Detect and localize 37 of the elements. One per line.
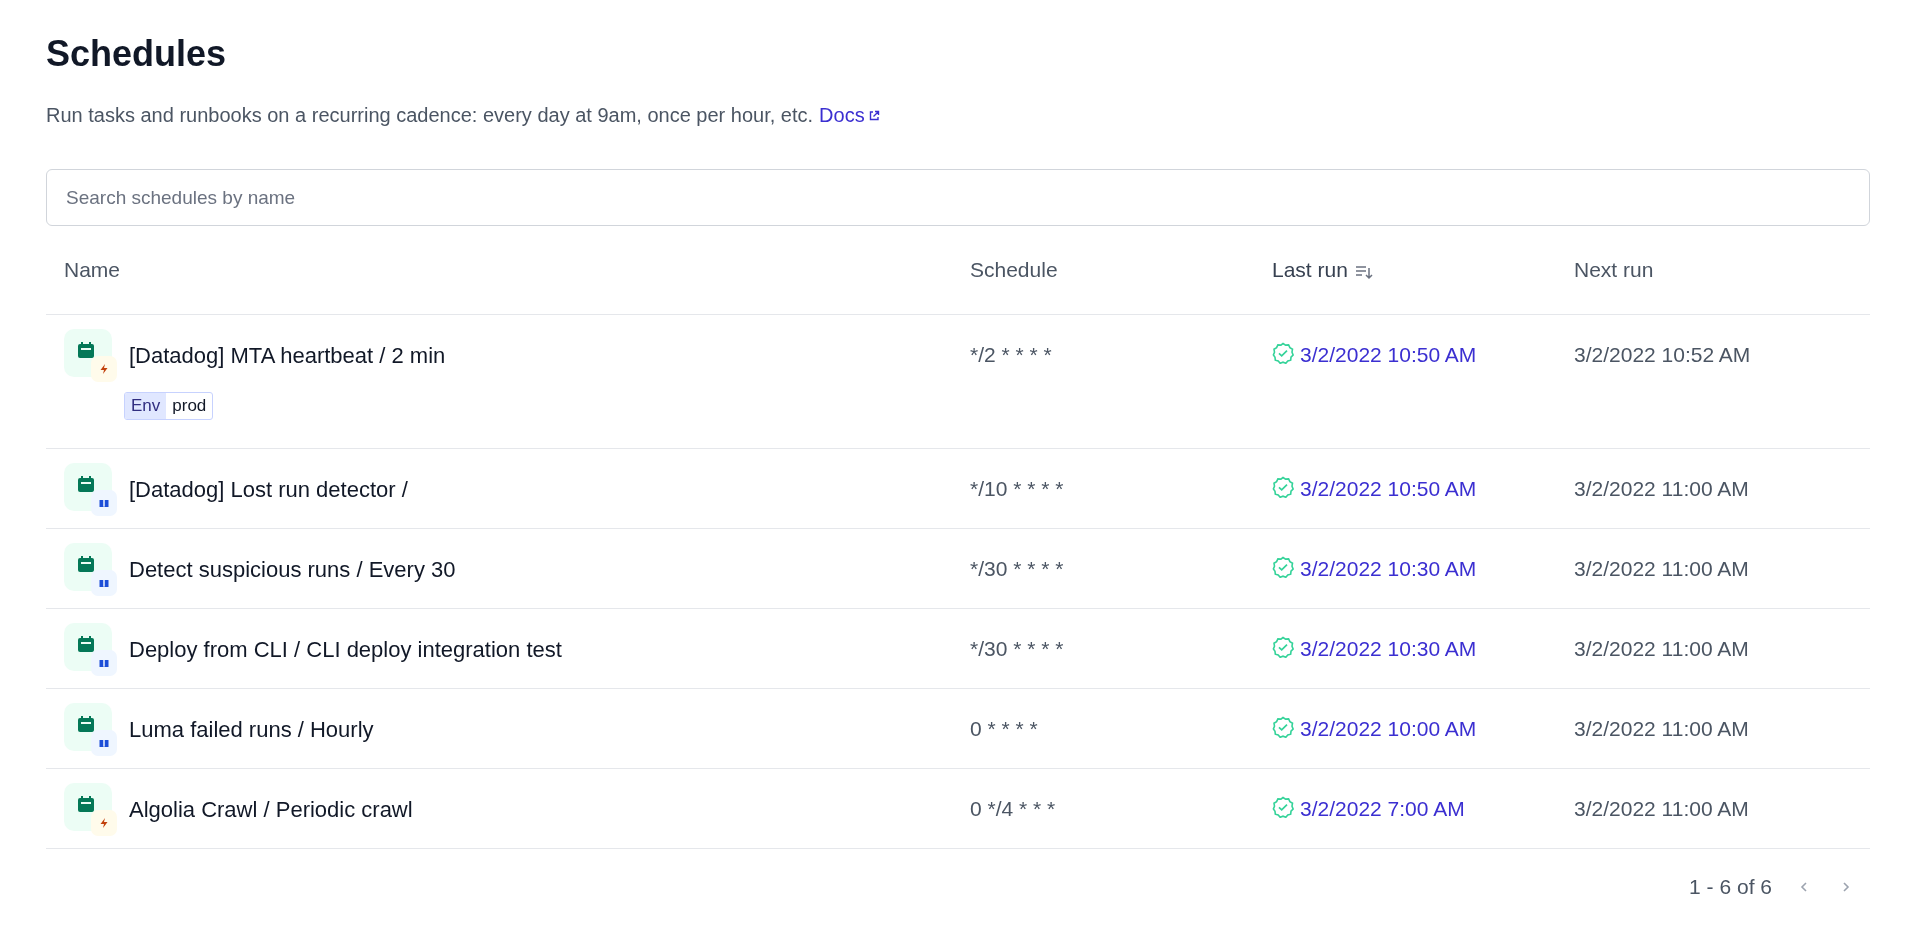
last-run-link[interactable]: 3/2/2022 10:50 AM (1300, 477, 1477, 501)
search-field[interactable]: Search schedules by name (46, 169, 1870, 226)
chevron-right-icon (1840, 881, 1852, 893)
next-run-time: 3/2/2022 10:52 AM (1574, 343, 1751, 366)
cron-expression: */2 * * * * (970, 343, 1052, 366)
cron-expression: */30 * * * * (970, 637, 1064, 660)
next-run-time: 3/2/2022 11:00 AM (1574, 557, 1749, 580)
pagination-label: 1 - 6 of 6 (1689, 875, 1772, 899)
page-description: Run tasks and runbooks on a recurring cadence: every day at 9am, once per hour, etc. (46, 104, 814, 127)
schedule-name[interactable]: [Datadog] MTA heartbeat / 2 min (129, 342, 446, 369)
column-header[interactable]: Next run (1574, 258, 1654, 282)
schedule-name[interactable]: Algolia Crawl / Periodic crawl (129, 796, 413, 823)
next-run-time: 3/2/2022 11:00 AM (1574, 717, 1749, 740)
last-run-link[interactable]: 3/2/2022 10:00 AM (1300, 717, 1477, 741)
schedule-name[interactable]: Deploy from CLI / CLI deploy integration test (129, 636, 562, 663)
cron-expression: */30 * * * * (970, 557, 1064, 580)
docs-link[interactable]: Docs (819, 104, 880, 127)
last-run-link[interactable]: 3/2/2022 10:50 AM (1300, 343, 1477, 367)
cron-expression: 0 * * * * (970, 717, 1038, 740)
next-run-time: 3/2/2022 11:00 AM (1574, 637, 1749, 660)
last-run-link[interactable]: 3/2/2022 7:00 AM (1300, 797, 1465, 821)
cron-expression: 0 */4 * * * (970, 797, 1056, 820)
last-run-link[interactable]: 3/2/2022 10:30 AM (1300, 557, 1477, 581)
last-run-link[interactable]: 3/2/2022 10:30 AM (1300, 637, 1477, 661)
schedule-name[interactable]: [Datadog] Lost run detector / (129, 476, 408, 503)
external-link-icon (867, 109, 880, 122)
next-run-time: 3/2/2022 11:00 AM (1574, 797, 1749, 820)
column-header[interactable]: Name (64, 258, 121, 282)
schedule-name[interactable]: Luma failed runs / Hourly (129, 716, 374, 743)
chevron-left-icon (1798, 881, 1810, 893)
page-title: Schedules (46, 32, 228, 76)
column-header[interactable]: Last run (1272, 258, 1348, 282)
next-run-time: 3/2/2022 11:00 AM (1574, 477, 1749, 500)
tag-chip: Env prod (124, 392, 214, 420)
schedule-name[interactable]: Detect suspicious runs / Every 30 (129, 556, 456, 583)
column-header[interactable]: Schedule (970, 258, 1058, 282)
cron-expression: */10 * * * * (970, 477, 1064, 500)
